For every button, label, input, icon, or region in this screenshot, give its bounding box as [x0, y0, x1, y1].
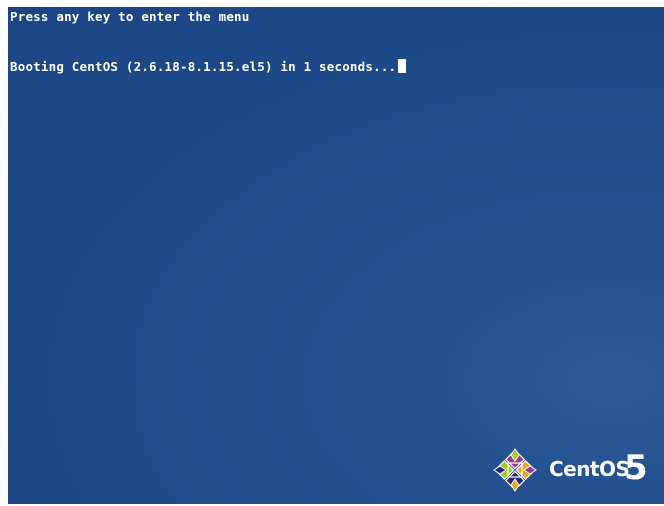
text-cursor	[398, 59, 407, 73]
boot-status-line: Booting CentOS (2.6.18-8.1.15.el5) in 1 …	[10, 59, 407, 74]
boot-countdown-text: Booting CentOS (2.6.18-8.1.15.el5) in 1 …	[10, 59, 397, 74]
centos-logo: CentOS 5	[492, 447, 662, 497]
centos-brand-text: CentOS	[549, 457, 630, 481]
boot-screen[interactable]: Press any key to enter the menu Booting …	[8, 7, 664, 504]
press-key-prompt: Press any key to enter the menu	[10, 9, 250, 24]
centos-logo-icon	[493, 448, 537, 492]
centos-version-number: 5	[624, 448, 648, 488]
